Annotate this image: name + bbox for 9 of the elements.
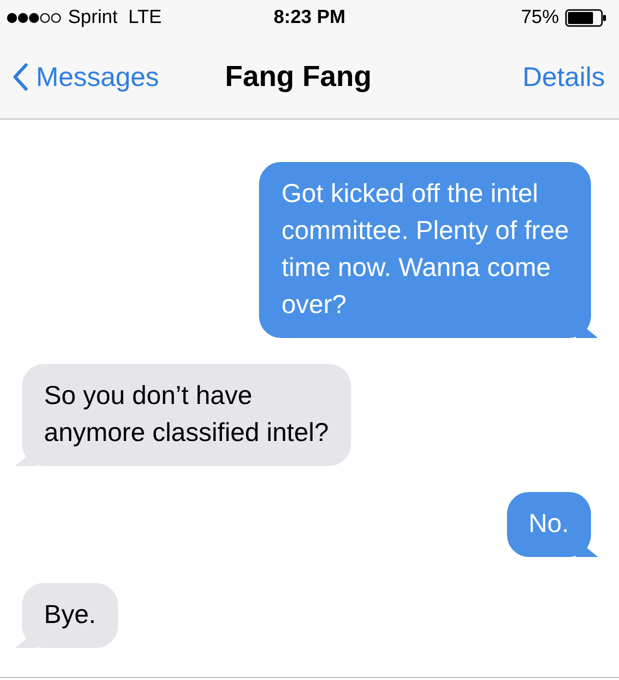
battery-icon <box>565 9 607 27</box>
status-time: 8:23 PM <box>274 7 346 29</box>
conversation-title: Fang Fang <box>225 60 372 94</box>
carrier-label: Sprint LTE <box>68 7 162 29</box>
back-button[interactable]: Messages <box>12 62 160 92</box>
signal-icon <box>6 12 62 24</box>
battery-percent: 75% <box>520 7 559 29</box>
chevron-left-icon <box>12 63 28 91</box>
details-button[interactable]: Details <box>522 62 605 92</box>
